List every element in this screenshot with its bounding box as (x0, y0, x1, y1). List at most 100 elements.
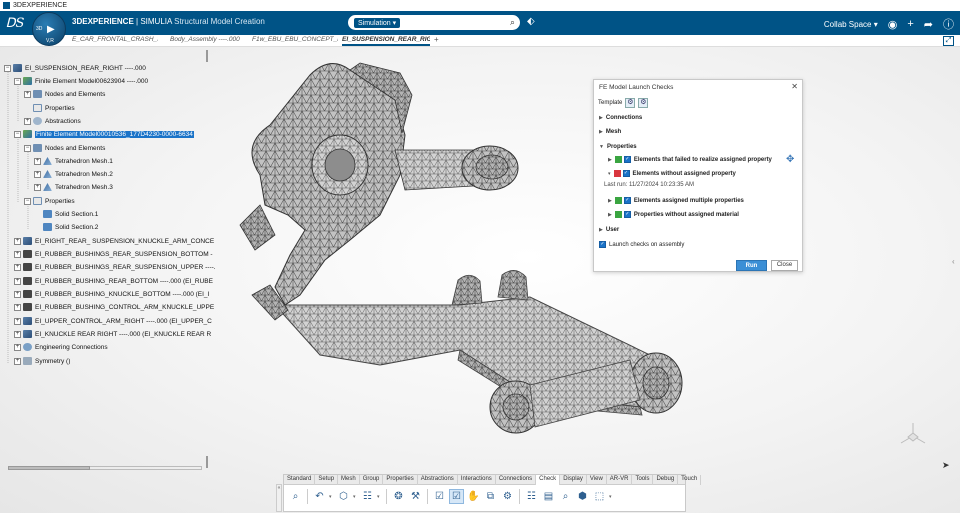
expand-node-icon[interactable]: + (14, 357, 21, 365)
chevron-left-icon[interactable]: ‹ (952, 257, 955, 266)
export-icon[interactable]: ⬚ (592, 489, 607, 504)
tree-node[interactable]: − Finite Element Model00623904 ----.000 (14, 75, 148, 87)
expand-node-icon[interactable]: + (34, 157, 41, 165)
tree-node[interactable]: + EI_RUBBER_BUSHINGS_REAR_SUSPENSION_UPPE… (14, 261, 216, 273)
tree-node[interactable]: Solid Section.2 (34, 221, 98, 233)
expand-node-icon[interactable]: + (14, 263, 21, 271)
section-tab-properties[interactable]: Properties (383, 475, 418, 485)
user-avatar-icon[interactable]: ◉ (888, 18, 898, 31)
close-icon[interactable]: ✕ (791, 82, 798, 91)
tree-node[interactable]: − Properties (24, 195, 75, 207)
add-tab-icon[interactable]: + (434, 35, 439, 44)
search-context-dropdown[interactable]: Simulation ▾ (354, 17, 401, 28)
expand-node-icon[interactable]: + (34, 170, 41, 178)
expand-node-icon[interactable]: + (14, 277, 21, 285)
tree-node[interactable]: + EI_RUBBER_BUSHING_KNUCKLE_BOTTOM ----.0… (14, 288, 209, 300)
expand-node-icon[interactable]: + (14, 237, 21, 245)
section-user[interactable]: ▶ User (599, 227, 619, 233)
search-icon[interactable]: ⌕ (510, 17, 515, 28)
tree-node[interactable]: + Tetrahedron Mesh.3 (34, 181, 113, 193)
tree-node[interactable]: + EI_RIGHT_REAR_ SUSPENSION_KNUCKLE_ARM_C… (14, 235, 214, 247)
tree-node[interactable]: − Nodes and Elements (24, 142, 105, 154)
tree-node[interactable]: − Finite Element Model00010536_177D4230-0… (14, 128, 194, 140)
filter-icon[interactable]: ⬢ (575, 489, 590, 504)
undo-icon[interactable]: ↶ (312, 489, 327, 504)
share-icon[interactable]: ➦ (924, 18, 933, 31)
expand-node-icon[interactable]: + (14, 317, 21, 325)
section-tab-check[interactable]: Check (536, 475, 561, 485)
chevron-right-icon[interactable]: ▶ (608, 212, 612, 218)
doc-tab-suspension[interactable]: EI_SUSPENSION_REAR_RIG (342, 36, 430, 46)
check-row[interactable]: ▶ ✓ Properties without assigned material (608, 211, 739, 218)
section-mesh[interactable]: ▶ Mesh (599, 129, 621, 135)
collapse-node-icon[interactable]: − (4, 64, 11, 72)
expand-node-icon[interactable]: + (14, 290, 21, 298)
table-icon[interactable]: ☷ (360, 489, 375, 504)
expand-node-icon[interactable]: + (14, 343, 21, 351)
section-tab-debug[interactable]: Debug (653, 475, 679, 485)
check-checkbox[interactable]: ✓ (622, 170, 630, 177)
tree-node[interactable]: − EI_SUSPENSION_REAR_RIGHT ----.000 (4, 62, 146, 74)
tree-node[interactable]: + Abstractions (24, 115, 81, 127)
compare-icon[interactable]: ⧉ (483, 489, 498, 504)
axis-triad-icon[interactable] (898, 421, 928, 447)
compass-widget[interactable]: 3D ▶ V,R (32, 12, 66, 46)
panel-splitter[interactable] (206, 50, 208, 470)
section-tab-display[interactable]: Display (560, 475, 587, 485)
section-tab-touch[interactable]: Touch (678, 475, 702, 485)
section-properties[interactable]: ▼ Properties (599, 144, 637, 150)
dropdown-arrow-icon[interactable]: ▾ (377, 494, 382, 500)
expand-node-icon[interactable]: + (14, 250, 21, 258)
collapse-node-icon[interactable]: − (24, 197, 31, 205)
section-tab-ar-vr[interactable]: AR-VR (607, 475, 633, 485)
tree-scrollbar-thumb[interactable] (8, 466, 90, 470)
check-list-icon[interactable]: ☑ (432, 489, 447, 504)
tree-node[interactable]: Solid Section.1 (34, 208, 98, 220)
splitter-handle-top[interactable] (206, 50, 208, 62)
expand-node-icon[interactable]: + (24, 90, 31, 98)
splitter-handle-bottom[interactable] (206, 456, 208, 468)
zoom-icon[interactable]: ⌕ (288, 489, 303, 504)
ruler-icon[interactable]: ⚒ (408, 489, 423, 504)
tree-node[interactable]: + EI_RUBBER_BUSHINGS_REAR_SUSPENSION_BOTT… (14, 248, 213, 260)
tree-node[interactable]: + Engineering Connections (14, 341, 108, 353)
tree-node[interactable]: + EI_RUBBER_BUSHING_REAR_BOTTOM ----.000 … (14, 275, 213, 287)
layers-icon[interactable]: ▤ (541, 489, 556, 504)
tree-node[interactable]: + Nodes and Elements (24, 88, 105, 100)
section-tab-group[interactable]: Group (360, 475, 384, 485)
template-save-icon[interactable]: ⚙ (638, 98, 649, 108)
dropdown-arrow-icon[interactable]: ▾ (609, 494, 614, 500)
doc-tab-e-car[interactable]: E_CAR_FRONTAL_CRASH_Si (72, 36, 158, 43)
search-input[interactable] (400, 17, 510, 28)
analyze-icon[interactable]: ⚙ (500, 489, 515, 504)
action-bar-collapse[interactable]: « (276, 484, 282, 512)
expand-node-icon[interactable]: + (14, 303, 21, 311)
section-tab-view[interactable]: View (587, 475, 607, 485)
tree-node[interactable]: + Symmetry () (14, 355, 70, 367)
check-checkbox[interactable]: ✓ (623, 197, 631, 204)
expand-node-icon[interactable]: + (14, 330, 21, 338)
add-icon[interactable]: + (907, 18, 913, 30)
section-tab-tools[interactable]: Tools (632, 475, 654, 485)
tree-node[interactable]: + EI_KNUCKLE REAR RIGHT ----.000 (EI_KNUC… (14, 328, 211, 340)
dassault-logo-icon[interactable]: ꓓS (0, 16, 30, 31)
expand-node-icon[interactable]: + (34, 183, 41, 191)
mesh-check-icon[interactable]: ❂ (391, 489, 406, 504)
collab-space-dropdown[interactable]: Collab Space ▾ (824, 20, 878, 29)
check-checkbox[interactable]: ✓ (623, 211, 631, 218)
chevron-right-icon[interactable]: ▶ (608, 157, 612, 163)
doc-tab-body-assembly[interactable]: Body_Assembly ----.000 (170, 36, 246, 43)
close-button[interactable]: Close (771, 260, 798, 271)
part-icon[interactable]: ⬡ (336, 489, 351, 504)
tag-icon[interactable]: ⬖ (527, 16, 535, 27)
collapse-node-icon[interactable]: − (14, 130, 21, 138)
run-button[interactable]: Run (736, 260, 767, 271)
section-tab-standard[interactable]: Standard (284, 475, 316, 485)
doc-tab-f1w[interactable]: F1w_EBU_EBU_CONCEPT_Fr (252, 36, 338, 43)
section-tab-abstractions[interactable]: Abstractions (418, 475, 458, 485)
dropdown-arrow-icon[interactable]: ▾ (353, 494, 358, 500)
tree-node[interactable]: + EI_RUBBER_BUSHING_CONTROL_ARM_KNUCKLE_U… (14, 301, 214, 313)
collapse-node-icon[interactable]: − (24, 144, 31, 152)
dropdown-arrow-icon[interactable]: ▾ (329, 494, 334, 500)
chevron-down-icon[interactable]: ▾ (608, 171, 611, 177)
